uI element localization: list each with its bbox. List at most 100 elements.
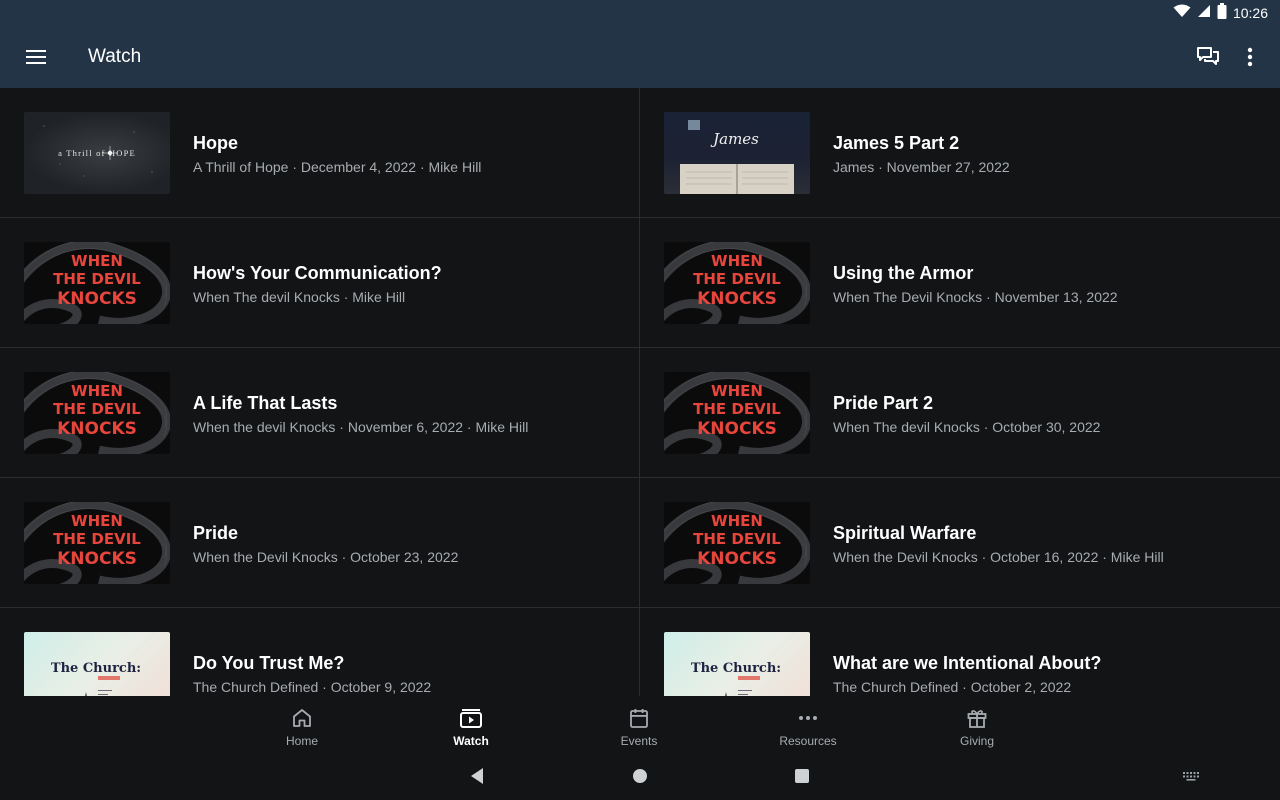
nav-resources[interactable]: Resources [758, 696, 858, 752]
list-item[interactable]: WHEN THE DEVIL KNOCKS How's Your Communica… [0, 218, 640, 348]
list-item-title: Pride Part 2 [833, 393, 934, 413]
list-item-title: Using the Armor [833, 263, 974, 283]
sermon-thumbnail[interactable]: WHEN THE DEVIL KNOCKS [664, 372, 810, 454]
list-item[interactable]: WHEN THE DEVIL KNOCKS Spiritual Warfare Wh… [640, 478, 1280, 608]
church-thumb-text: The Church: [691, 661, 781, 676]
calendar-icon [627, 706, 651, 730]
list-item-title: Spiritual Warfare [833, 523, 977, 543]
list-item-title: James 5 Part 2 [833, 133, 960, 153]
list-item-subtitle: The Church Defined · October 2, 2022 [833, 679, 1072, 695]
bottom-nav: Home Watch Events Resources Giving [0, 696, 1280, 752]
list-item-subtitle: A Thrill of Hope · December 4, 2022 · Mi… [193, 159, 482, 175]
list-item[interactable]: a Thrill of HOPE Hope A Thrill of Hope ·… [0, 88, 640, 218]
circle-home-icon [633, 769, 647, 783]
gift-icon [965, 706, 989, 730]
list-item[interactable]: WHEN THE DEVIL KNOCKS Pride Part 2 When Th… [640, 348, 1280, 478]
more-horiz-icon [796, 706, 820, 730]
nav-home-label: Home [285, 734, 318, 748]
list-item-text: Pride When the Devil Knocks · October 23… [193, 523, 629, 565]
devil-thumb-text: WHEN THE DEVIL KNOCKS [693, 382, 781, 439]
hope-thumb-text: a Thrill of HOPE [58, 148, 136, 158]
sermon-thumbnail[interactable]: WHEN THE DEVIL KNOCKS [664, 502, 810, 584]
church-thumb-text: The Church: [51, 661, 141, 676]
list-item[interactable]: WHEN THE DEVIL KNOCKS A Life That Lasts Wh… [0, 348, 640, 478]
list-item-text: Spiritual Warfare When the Devil Knocks … [833, 523, 1270, 565]
list-item-title: Do You Trust Me? [193, 653, 345, 673]
list-item-subtitle: When the Devil Knocks · October 23, 2022 [193, 549, 459, 565]
list-item-text: Using the Armor When The Devil Knocks · … [833, 263, 1270, 305]
app-bar: Watch [0, 26, 1280, 88]
list-item-title: Pride [193, 523, 239, 543]
sermon-thumbnail[interactable]: The Church: [24, 632, 170, 696]
list-item[interactable]: The Church: What are we Intentional Abou… [640, 608, 1280, 696]
devil-thumb-text: WHEN THE DEVIL KNOCKS [53, 512, 141, 569]
list-item-text: A Life That Lasts When the devil Knocks … [193, 393, 629, 435]
menu-icon [26, 50, 46, 64]
sermon-thumbnail[interactable]: WHEN THE DEVIL KNOCKS [24, 242, 170, 324]
status-time: 10:26 [1232, 5, 1268, 21]
list-item[interactable]: WHEN THE DEVIL KNOCKS Using the Armor When… [640, 218, 1280, 348]
chat-button[interactable] [1190, 39, 1226, 75]
list-item-text: Pride Part 2 When The devil Knocks · Oct… [833, 393, 1270, 435]
page-title: Watch [88, 46, 142, 67]
keyboard-icon [1183, 772, 1199, 781]
list-item-title: What are we Intentional About? [833, 653, 1102, 673]
devil-thumb-text: WHEN THE DEVIL KNOCKS [693, 252, 781, 309]
chat-icon [1197, 47, 1219, 65]
list-item[interactable]: James James 5 Part 2 James · November 27… [640, 88, 1280, 218]
nav-watch-label: Watch [453, 734, 489, 748]
nav-events-label: Events [620, 734, 658, 748]
devil-thumb-text: WHEN THE DEVIL KNOCKS [693, 512, 781, 569]
list-item-subtitle: The Church Defined · October 9, 2022 [193, 679, 432, 695]
sermon-thumbnail[interactable]: James [664, 112, 810, 194]
watch-icon [459, 706, 483, 730]
list-item[interactable]: The Church: Do You Trust Me? The Church … [0, 608, 640, 696]
home-icon [290, 706, 314, 730]
status-icons: 10:26 [1173, 2, 1268, 24]
battery-icon [1217, 2, 1227, 24]
list-item-subtitle: When the devil Knocks · November 6, 2022… [193, 419, 529, 435]
list-item[interactable]: WHEN THE DEVIL KNOCKS Pride When the Devil… [0, 478, 640, 608]
sermon-thumbnail[interactable]: WHEN THE DEVIL KNOCKS [24, 502, 170, 584]
system-nav-bar [0, 752, 1280, 800]
list-item-subtitle: James · November 27, 2022 [833, 159, 1010, 175]
status-bar: 10:26 [0, 0, 1280, 26]
menu-button[interactable] [18, 39, 54, 75]
signal-icon [1197, 4, 1211, 23]
sermon-thumbnail[interactable]: The Church: [664, 632, 810, 696]
sermon-list[interactable]: a Thrill of HOPE Hope A Thrill of Hope ·… [0, 88, 1280, 696]
nav-watch[interactable]: Watch [421, 696, 521, 752]
keyboard-button[interactable] [1179, 764, 1203, 788]
james-thumb-text: James [710, 130, 759, 148]
list-item-text: Do You Trust Me? The Church Defined · Oc… [193, 653, 629, 695]
back-icon [471, 768, 483, 784]
list-item-title: How's Your Communication? [193, 263, 442, 283]
nav-events[interactable]: Events [589, 696, 689, 752]
more-vert-icon [1247, 47, 1253, 67]
nav-giving[interactable]: Giving [927, 696, 1027, 752]
list-item-text: James 5 Part 2 James · November 27, 2022 [833, 133, 1270, 175]
list-item-subtitle: When the Devil Knocks · October 16, 2022… [833, 549, 1164, 565]
sermon-thumbnail[interactable]: WHEN THE DEVIL KNOCKS [664, 242, 810, 324]
sermon-grid: a Thrill of HOPE Hope A Thrill of Hope ·… [0, 88, 1280, 696]
recents-button[interactable] [790, 764, 814, 788]
list-item-title: A Life That Lasts [193, 393, 338, 413]
devil-thumb-text: WHEN THE DEVIL KNOCKS [53, 382, 141, 439]
home-system-button[interactable] [628, 764, 652, 788]
nav-giving-label: Giving [959, 734, 994, 748]
devil-thumb-text: WHEN THE DEVIL KNOCKS [53, 252, 141, 309]
back-button[interactable] [465, 764, 489, 788]
square-recents-icon [795, 769, 809, 783]
nav-resources-label: Resources [779, 734, 837, 748]
list-item-title: Hope [193, 133, 238, 153]
list-item-text: How's Your Communication? When The devil… [193, 263, 629, 305]
list-item-text: Hope A Thrill of Hope · December 4, 2022… [193, 133, 629, 175]
sermon-thumbnail[interactable]: WHEN THE DEVIL KNOCKS [24, 372, 170, 454]
list-item-subtitle: When The devil Knocks · October 30, 2022 [833, 419, 1101, 435]
list-item-subtitle: When The devil Knocks · Mike Hill [193, 289, 406, 305]
list-item-subtitle: When The Devil Knocks · November 13, 202… [833, 289, 1118, 305]
list-item-text: What are we Intentional About? The Churc… [833, 653, 1270, 695]
sermon-thumbnail[interactable]: a Thrill of HOPE [24, 112, 170, 194]
more-options-button[interactable] [1236, 39, 1264, 75]
nav-home[interactable]: Home [252, 696, 352, 752]
